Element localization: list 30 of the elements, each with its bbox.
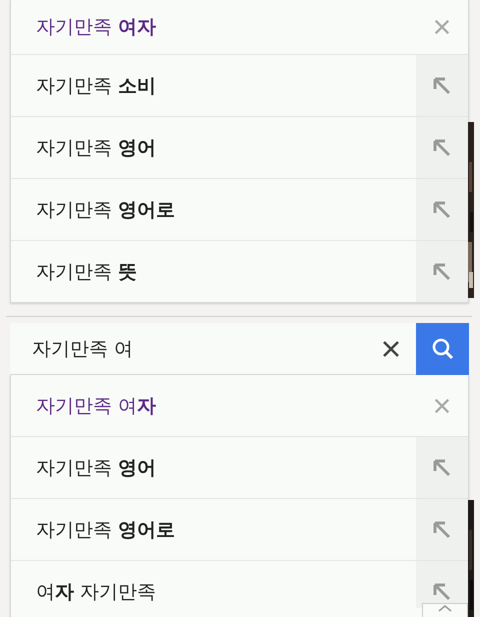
arrow-up-left-icon [431,198,453,220]
fill-query-button[interactable] [416,437,468,498]
search-icon [430,336,456,362]
close-icon [433,396,451,414]
suggestion-text[interactable]: 자기만족 영어 [36,134,156,160]
close-icon [433,18,451,36]
fill-query-button[interactable] [416,499,468,560]
arrow-up-left-icon [431,580,453,602]
suggestion-text[interactable]: 자기만족 뜻 [36,258,138,284]
arrow-up-left-icon [431,456,453,478]
arrow-up-left-icon [431,260,453,282]
suggestion-text[interactable]: 자기만족 영어 [36,454,156,480]
scroll-top-button[interactable] [422,603,468,617]
fill-query-button[interactable] [416,241,468,302]
arrow-up-left-icon [431,136,453,158]
arrow-up-left-icon [431,518,453,540]
fill-query-button[interactable] [416,179,468,240]
search-button[interactable] [416,323,469,375]
suggestion-text[interactable]: 여자 자기만족 [36,578,156,604]
arrow-up-left-icon [431,74,453,96]
suggestion-text[interactable]: 자기만족 영어로 [36,196,176,222]
suggestion-text[interactable]: 자기만족 영어로 [36,516,176,542]
suggestion-text[interactable]: 자기만족 여자 [36,14,156,40]
suggestion-text[interactable]: 자기만족 소비 [36,72,156,98]
fill-query-button[interactable] [416,561,468,608]
suggestion-text[interactable]: 자기만족 여자 [36,392,156,418]
caret-up-icon [438,604,452,612]
fill-query-button[interactable] [416,117,468,178]
fill-query-button[interactable] [416,55,468,116]
close-icon [381,338,401,358]
